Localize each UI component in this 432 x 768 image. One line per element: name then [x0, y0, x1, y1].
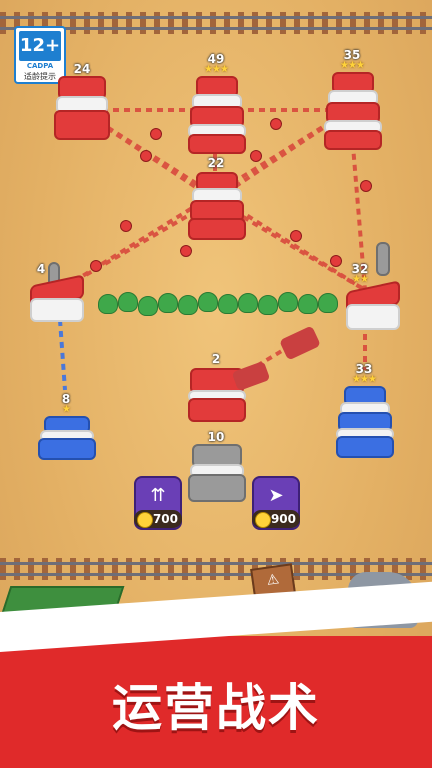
tower-tier [38, 438, 96, 460]
factory-body [30, 298, 84, 322]
bush [198, 292, 218, 312]
tower-tier [188, 398, 246, 422]
tower-stars: ★★★ [204, 64, 229, 75]
factory-left[interactable]: 4 [26, 262, 86, 322]
tower-level: 22 [207, 156, 225, 170]
red-soldier [250, 150, 262, 162]
bush [298, 294, 318, 314]
tower-red-center[interactable]: 2 [188, 352, 246, 422]
coin-icon [137, 512, 153, 528]
tower-level: 2 [211, 352, 221, 366]
tower-middle[interactable]: 22 [188, 156, 246, 240]
coin-icon [255, 512, 271, 528]
tower-level: 24 [73, 62, 91, 76]
tower-top-center[interactable]: 49 ★★★ [188, 52, 246, 154]
tower-tier [324, 130, 382, 150]
tower-blue-left[interactable]: 8 ★ [38, 392, 96, 460]
tower-stars: ★★ [352, 274, 369, 285]
age-rating-number: 12+ [19, 31, 61, 61]
tower-tier [188, 474, 246, 502]
red-soldier [290, 230, 302, 242]
bush [278, 292, 298, 312]
tower-blue-right[interactable]: 33 ★★★ [336, 362, 394, 458]
tower-top-right[interactable]: 35 ★★★ [324, 48, 382, 150]
red-soldier [140, 150, 152, 162]
rocket-icon: ⇈ [150, 485, 166, 506]
factory-body [346, 304, 400, 330]
tower-stars: ★★★ [352, 374, 377, 385]
warning-icon: ⚠ [265, 571, 281, 589]
red-soldier [150, 128, 162, 140]
red-soldier [120, 220, 132, 232]
bush [98, 294, 118, 314]
bush [318, 293, 338, 313]
bush [118, 292, 138, 312]
tower-tier [336, 436, 394, 458]
bush [138, 296, 158, 316]
tower-stars: ★ [62, 404, 71, 415]
tower-gray-center[interactable]: 10 [188, 430, 246, 502]
rockets-price-value: 700 [152, 512, 178, 526]
running-man-icon: ➤ [268, 485, 284, 506]
tower-tier [54, 110, 110, 140]
tower-tier [188, 218, 246, 240]
tower-top-left[interactable]: 24 [54, 62, 110, 144]
tower-level: 10 [207, 430, 225, 444]
red-soldier [270, 118, 282, 130]
red-soldier [90, 260, 102, 272]
tower-stars: ★★★ [340, 60, 365, 71]
factory-right[interactable]: 32 ★★ [340, 242, 402, 332]
bush [258, 295, 278, 315]
speed-price: 900 [252, 510, 300, 528]
bush [238, 293, 258, 313]
rockets-card[interactable]: ⇈ 700 [134, 476, 182, 530]
speed-price-value: 900 [270, 512, 296, 526]
tower-tier [188, 134, 246, 154]
bush [218, 294, 238, 314]
speed-card[interactable]: ➤ 900 [252, 476, 300, 530]
red-soldier [360, 180, 372, 192]
rockets-price: 700 [134, 510, 182, 528]
tree-row [98, 290, 338, 316]
promo-banner-title: 运营战术 [112, 679, 320, 737]
bush [158, 293, 178, 313]
red-soldier [180, 245, 192, 257]
factory-chimney [376, 242, 390, 276]
bush [178, 295, 198, 315]
